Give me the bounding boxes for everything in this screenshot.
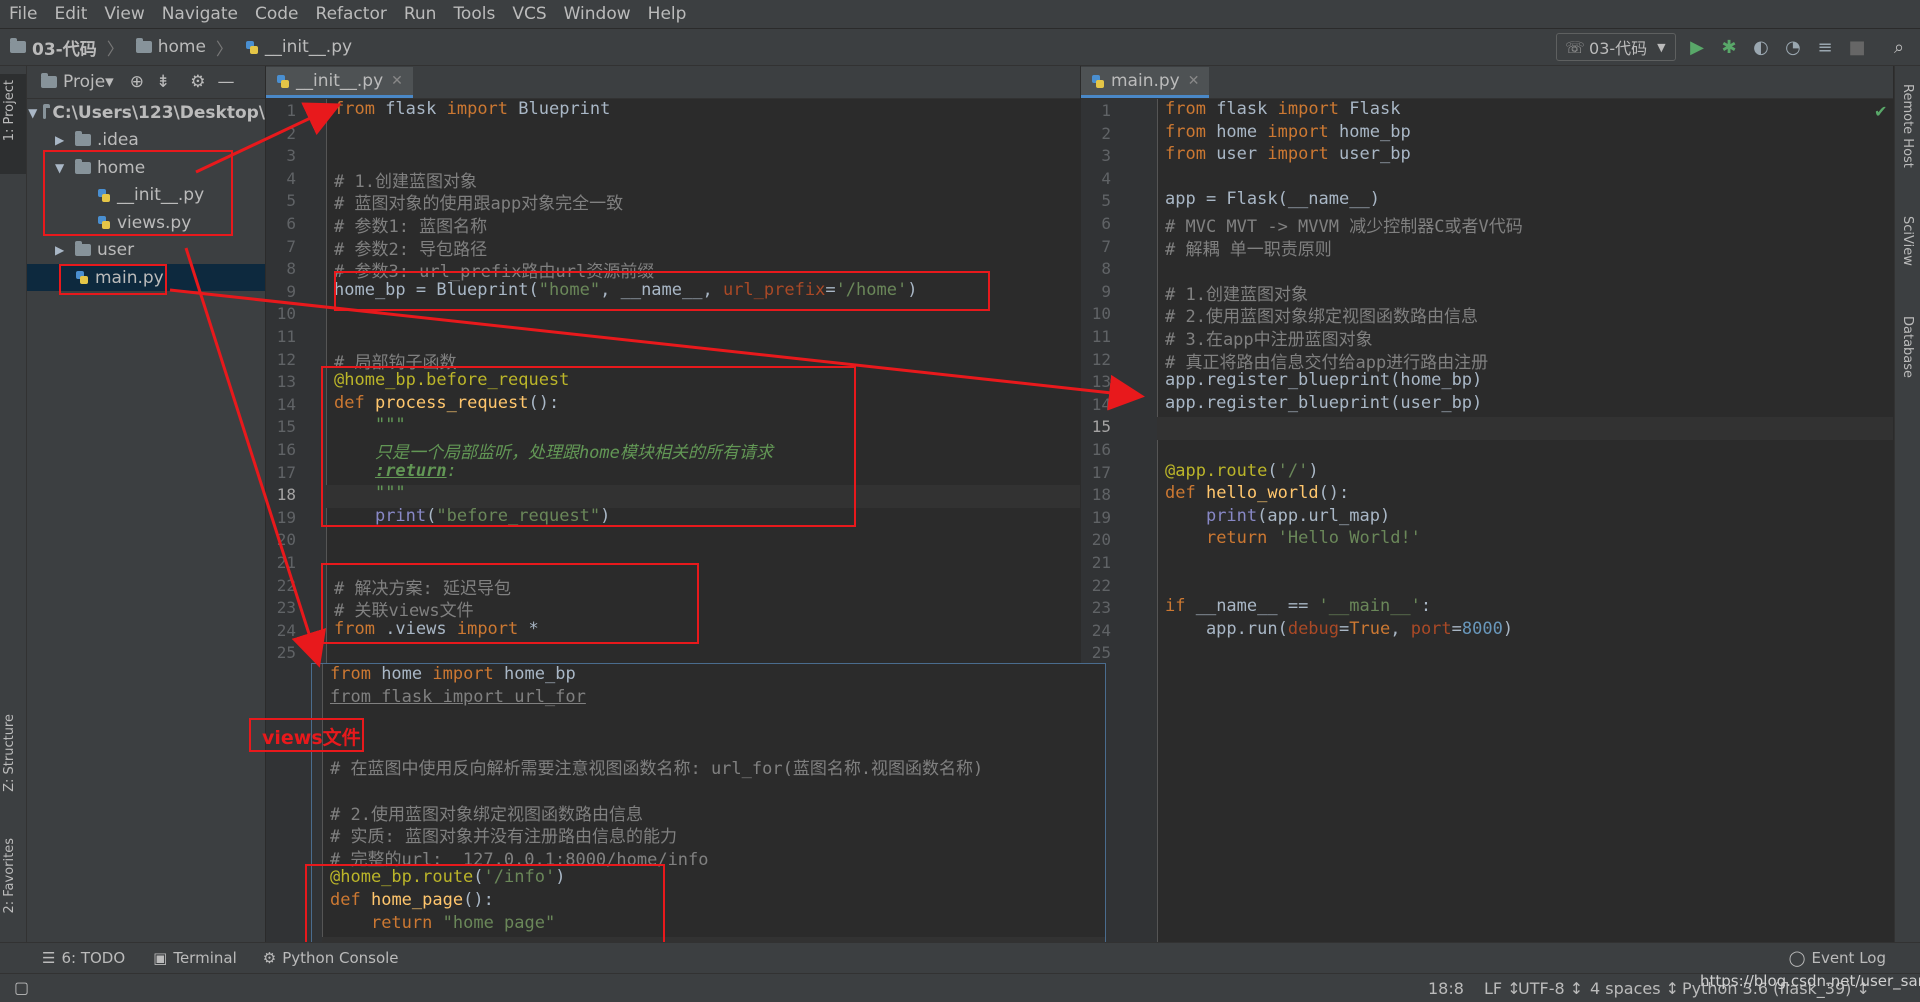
bottom-tool-bar: ☰ 6: TODO ▣ Terminal ⚙ Python Console ◯ … — [0, 942, 1920, 973]
terminal-tool-tab[interactable]: Terminal — [173, 949, 236, 967]
terminal-icon: ▣ — [153, 949, 168, 967]
line-separator[interactable]: LF ↕ — [1484, 979, 1521, 998]
python-console-icon: ⚙ — [262, 949, 277, 967]
status-bar: ▢ 18:8 LF ↕ UTF-8 ↕ 4 spaces ↕ Python 3.… — [0, 972, 1920, 1002]
watermark-url: https://blog.csdn.net/user_san — [1700, 972, 1920, 990]
python-console-tool-tab[interactable]: Python Console — [282, 949, 398, 967]
file-encoding[interactable]: UTF-8 ↕ — [1518, 979, 1583, 998]
arrow-home-to-init — [195, 102, 342, 174]
todo-icon: ☰ — [42, 949, 56, 967]
toggle-tool-windows-icon[interactable]: ▢ — [14, 978, 29, 997]
caret-position[interactable]: 18:8 — [1428, 979, 1464, 998]
arrow-views-to-preview — [184, 247, 327, 668]
event-log-icon: ◯ — [1788, 949, 1806, 967]
annotation-arrows — [169, 102, 1145, 668]
arrow-main-to-main-editor — [169, 288, 1145, 411]
event-log-tab[interactable]: Event Log — [1811, 949, 1886, 967]
todo-tool-tab[interactable]: 6: TODO — [61, 949, 125, 967]
indent-setting[interactable]: 4 spaces ↕ — [1590, 979, 1679, 998]
